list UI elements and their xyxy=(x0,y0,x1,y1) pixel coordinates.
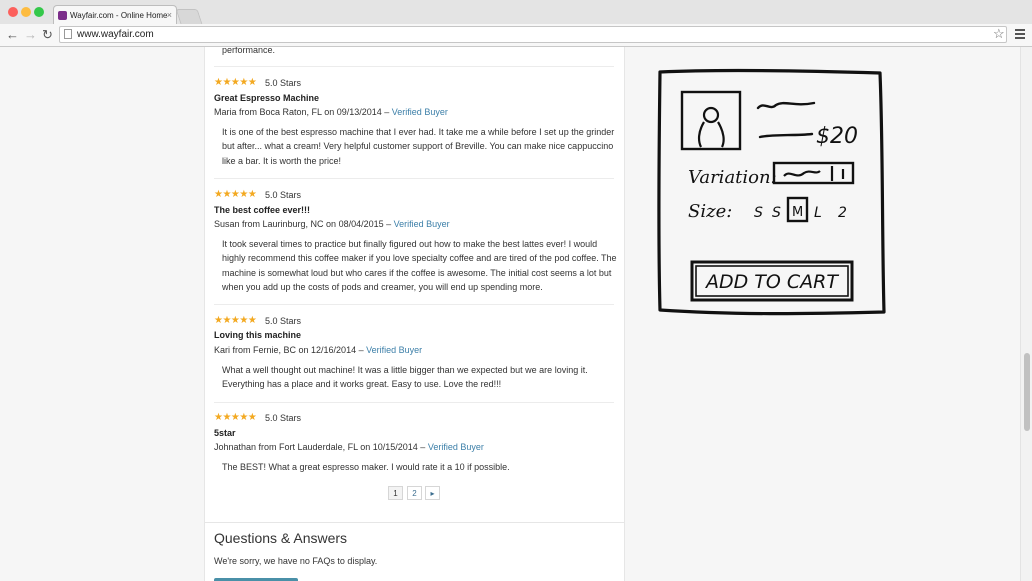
review-author: Johnathan from Fort Lauderdale, FL on 10… xyxy=(214,441,484,453)
review-author-text: Susan from Laurinburg, NC on 08/04/2015 … xyxy=(214,219,392,229)
review-title: The best coffee ever!!! xyxy=(214,205,311,215)
browser-tab-bar: Wayfair.com - Online Home × xyxy=(0,0,1032,24)
star-rating-icon: ★★★★★ xyxy=(214,77,257,88)
sketch-variation-label: Variation: xyxy=(688,167,777,188)
sketch-size-label: Size: xyxy=(688,201,732,222)
close-window-button[interactable] xyxy=(8,7,18,17)
review-author: Maria from Boca Raton, FL on 09/13/2014 … xyxy=(214,106,448,118)
new-tab-button[interactable] xyxy=(175,9,203,24)
tab-title: Wayfair.com - Online Home xyxy=(70,11,168,20)
sketch-size-option: S xyxy=(754,205,763,221)
sketch-size-option: L xyxy=(814,205,822,221)
page-1-button[interactable]: 1 xyxy=(388,486,403,500)
browser-tab[interactable]: Wayfair.com - Online Home × xyxy=(53,5,177,24)
sketch-price: $20 xyxy=(816,124,858,149)
scrollbar-thumb[interactable] xyxy=(1024,353,1030,431)
url-text[interactable]: www.wayfair.com xyxy=(77,29,154,40)
sketch-add-to-cart-label: ADD TO CART xyxy=(704,271,839,293)
review-divider xyxy=(214,66,614,67)
address-bar[interactable]: www.wayfair.com xyxy=(59,26,1007,43)
star-rating-icon: ★★★★★ xyxy=(214,189,257,200)
variation-select-sketch xyxy=(772,161,855,185)
add-to-cart-sketch-button: ADD TO CART xyxy=(690,260,854,302)
review-rating: 5.0 Stars xyxy=(265,413,302,423)
review-body: It took several times to practice but fi… xyxy=(222,239,617,292)
verified-buyer-link[interactable]: Verified Buyer xyxy=(392,107,448,117)
review-divider xyxy=(214,178,614,179)
review-body: What a well thought out machine! It was … xyxy=(222,365,588,390)
star-rating-icon: ★★★★★ xyxy=(214,412,257,423)
review-rating: 5.0 Stars xyxy=(265,316,302,326)
reload-icon[interactable]: ↻ xyxy=(42,27,53,42)
next-page-button[interactable]: ▸ xyxy=(425,486,440,500)
forward-arrow-icon[interactable]: → xyxy=(24,27,37,42)
browser-menu-icon[interactable] xyxy=(1015,29,1025,41)
qa-empty-text: We're sorry, we have no FAQs to display. xyxy=(214,556,378,566)
sketch-size-option: M xyxy=(792,205,803,220)
sketch-size-option: 2 xyxy=(838,205,847,221)
maximize-window-button[interactable] xyxy=(34,7,44,17)
verified-buyer-link[interactable]: Verified Buyer xyxy=(428,442,484,452)
image-placeholder-icon xyxy=(680,90,742,151)
wayfair-favicon-icon xyxy=(58,11,67,20)
minimize-window-button[interactable] xyxy=(21,7,31,17)
review-divider xyxy=(214,402,614,403)
browser-toolbar: ← → ↻ www.wayfair.com ☆ xyxy=(0,24,1032,47)
page-scrollbar[interactable] xyxy=(1020,47,1032,581)
verified-buyer-link[interactable]: Verified Buyer xyxy=(366,345,422,355)
review-author-text: Maria from Boca Raton, FL on 09/13/2014 … xyxy=(214,107,390,117)
title-squiggle xyxy=(756,101,816,110)
sketch-size-option: S xyxy=(772,205,781,221)
review-author: Susan from Laurinburg, NC on 08/04/2015 … xyxy=(214,218,450,230)
review-author-text: Johnathan from Fort Lauderdale, FL on 10… xyxy=(214,442,426,452)
verified-buyer-link[interactable]: Verified Buyer xyxy=(394,219,450,229)
review-author: Kari from Fernie, BC on 12/16/2014 – Ver… xyxy=(214,344,422,356)
page-viewport: performance. ★★★★★ 5.0 Stars Great Espre… xyxy=(0,47,1020,581)
review-title: Great Espresso Machine xyxy=(214,93,320,103)
bookmark-star-icon[interactable]: ☆ xyxy=(993,26,1005,41)
product-wireframe-sketch: $20 Variation: Size: S S M L 2 ADD TO CA… xyxy=(657,68,886,316)
review-body: The BEST! What a great espresso maker. I… xyxy=(222,462,510,472)
page-2-button[interactable]: 2 xyxy=(407,486,422,500)
review-body: It is one of the best espresso machine t… xyxy=(222,127,615,166)
previous-review-tail: performance. xyxy=(222,47,276,55)
star-rating-icon: ★★★★★ xyxy=(214,315,257,326)
review-title: Loving this machine xyxy=(214,330,302,340)
qa-heading: Questions & Answers xyxy=(214,530,348,546)
page-icon xyxy=(64,29,72,39)
tab-close-icon[interactable]: × xyxy=(167,10,172,20)
review-author-text: Kari from Fernie, BC on 12/16/2014 – xyxy=(214,345,364,355)
review-title: 5star xyxy=(214,428,236,438)
subtitle-line xyxy=(758,132,814,139)
review-rating: 5.0 Stars xyxy=(265,78,302,88)
back-arrow-icon[interactable]: ← xyxy=(6,27,19,42)
review-rating: 5.0 Stars xyxy=(265,190,302,200)
review-divider xyxy=(214,304,614,305)
